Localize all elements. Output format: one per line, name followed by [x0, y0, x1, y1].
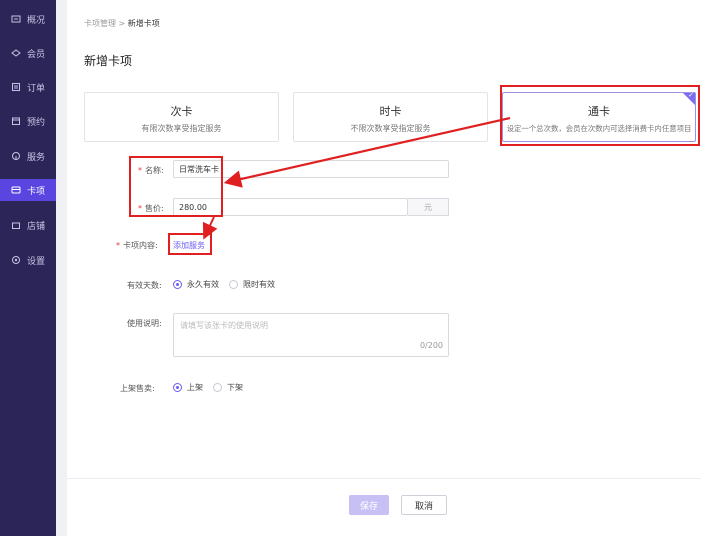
- listing-option-off[interactable]: 下架: [213, 382, 243, 393]
- service-icon: [11, 151, 21, 161]
- validity-option-limited[interactable]: 限时有效: [229, 279, 275, 290]
- member-icon: [11, 48, 21, 58]
- price-unit: 元: [408, 198, 449, 216]
- sidebar-item-service[interactable]: 服务: [0, 145, 56, 167]
- breadcrumb: 卡项管理 > 新增卡项: [84, 18, 160, 29]
- settings-icon: [11, 255, 21, 265]
- footer-bar: 保存 取消: [67, 478, 701, 536]
- name-input[interactable]: 日常洗车卡: [173, 160, 449, 178]
- save-button[interactable]: 保存: [349, 495, 389, 515]
- sidebar-item-label: 订单: [27, 83, 46, 94]
- price-label: * 售价:: [138, 204, 164, 213]
- usage-counter: 0/200: [419, 341, 443, 350]
- card-type-desc: 不限次数享受指定服务: [350, 124, 431, 133]
- card-type-title: 时卡: [379, 105, 402, 118]
- sidebar-item-overview[interactable]: 概况: [0, 8, 56, 30]
- appointment-icon: [11, 116, 21, 126]
- sidebar-item-settings[interactable]: 设置: [0, 249, 56, 271]
- order-icon: [11, 82, 21, 92]
- required-mark: *: [138, 204, 142, 213]
- sidebar-item-member[interactable]: 会员: [0, 42, 56, 64]
- validity-radio-group: 永久有效 限时有效: [173, 279, 285, 290]
- required-mark: *: [138, 166, 142, 175]
- listing-radio-group: 上架 下架: [173, 382, 253, 393]
- required-mark: *: [116, 241, 120, 250]
- card-type-count[interactable]: 次卡 有限次数享受指定服务: [84, 92, 279, 142]
- breadcrumb-separator: >: [118, 19, 126, 28]
- usage-label: 使用说明:: [127, 319, 162, 328]
- card-type-desc: 设定一个总次数，会员在次数内可选择消费卡内任意项目: [506, 124, 692, 133]
- listing-option-on[interactable]: 上架: [173, 382, 203, 393]
- radio-checked-icon: [173, 280, 182, 289]
- radio-unchecked-icon: [213, 383, 222, 392]
- sidebar-item-order[interactable]: 订单: [0, 76, 56, 98]
- name-label: * 名称:: [138, 166, 164, 175]
- main-panel: 卡项管理 > 新增卡项 新增卡项 次卡 有限次数享受指定服务 时卡 不限次数享受…: [67, 0, 701, 536]
- overview-icon: [11, 14, 21, 24]
- card-type-desc: 有限次数享受指定服务: [141, 124, 222, 133]
- validity-option-permanent[interactable]: 永久有效: [173, 279, 219, 290]
- sidebar-item-label: 概况: [27, 15, 46, 26]
- page-title: 新增卡项: [84, 54, 133, 68]
- breadcrumb-current: 新增卡项: [127, 19, 160, 28]
- sidebar-item-store[interactable]: 店铺: [0, 214, 56, 236]
- card-icon: [11, 185, 21, 195]
- sidebar-item-card[interactable]: 卡项: [0, 179, 56, 201]
- sidebar-item-label: 卡项: [27, 186, 46, 197]
- sidebar-item-label: 会员: [27, 49, 46, 60]
- store-icon: [11, 220, 21, 230]
- price-input[interactable]: 280.00: [173, 198, 408, 216]
- card-type-title: 通卡: [588, 105, 610, 118]
- radio-unchecked-icon: [229, 280, 238, 289]
- breadcrumb-parent[interactable]: 卡项管理: [84, 19, 116, 28]
- listing-label: 上架售卖:: [120, 384, 155, 393]
- add-service-link[interactable]: 添加服务: [173, 240, 205, 251]
- sidebar-item-label: 预约: [27, 117, 46, 128]
- usage-placeholder: 请填写该张卡的使用说明: [180, 321, 268, 330]
- sidebar-item-appointment[interactable]: 预约: [0, 110, 56, 132]
- sidebar-item-label: 店铺: [27, 221, 46, 232]
- cancel-button[interactable]: 取消: [401, 495, 447, 515]
- card-type-universal[interactable]: ✓ 通卡 设定一个总次数，会员在次数内可选择消费卡内任意项目: [502, 91, 696, 142]
- validity-label: 有效天数:: [127, 281, 162, 290]
- sidebar-item-label: 设置: [27, 256, 46, 267]
- radio-checked-icon: [173, 383, 182, 392]
- card-type-title: 次卡: [170, 105, 193, 118]
- check-icon: ✓: [688, 91, 694, 99]
- card-content-label: * 卡项内容:: [116, 241, 158, 250]
- sidebar: 概况 会员 订单 预约 服务 卡项 店铺 设置: [0, 0, 56, 536]
- usage-textarea[interactable]: 请填写该张卡的使用说明 0/200: [173, 313, 449, 357]
- card-type-time[interactable]: 时卡 不限次数享受指定服务: [293, 92, 488, 142]
- sidebar-item-label: 服务: [27, 152, 46, 163]
